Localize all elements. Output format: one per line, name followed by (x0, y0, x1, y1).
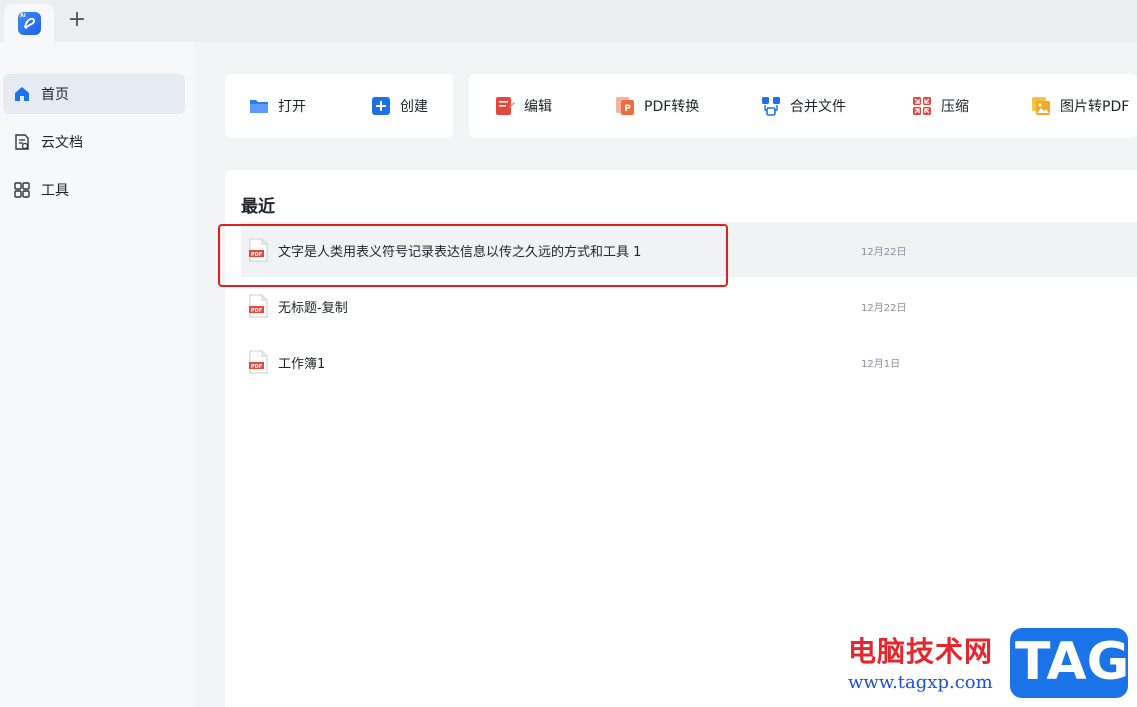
compress-icon (913, 97, 931, 115)
main-content: 打开 创建 编辑 P PDF转换 合并文件 压缩 图片转PDF 最近 PDF 文… (195, 42, 1137, 707)
folder-open-icon (250, 100, 268, 113)
tab-bar: AI + (0, 0, 1137, 42)
file-date: 12月22日 (861, 303, 907, 314)
tools-grid-icon (14, 182, 30, 198)
sidebar-item-label: 云文档 (41, 135, 83, 151)
home-icon (15, 87, 29, 101)
image-to-pdf-button[interactable]: 图片转PDF (1031, 74, 1129, 138)
file-name: 工作簿1 (278, 357, 326, 372)
open-label: 打开 (278, 99, 306, 115)
watermark-title: 电脑技术网 (848, 635, 994, 668)
sidebar-item-label: 首页 (41, 87, 69, 103)
image-to-pdf-label: 图片转PDF (1060, 99, 1130, 115)
merge-files-button[interactable]: 合并文件 (761, 74, 846, 138)
edit-label: 编辑 (524, 99, 552, 115)
app-tab[interactable]: AI (4, 4, 54, 42)
open-button[interactable]: 打开 (249, 74, 306, 138)
file-date: 12月22日 (861, 247, 907, 258)
edit-button[interactable]: 编辑 (495, 74, 552, 138)
edit-doc-icon (496, 97, 515, 115)
sidebar-item-home[interactable]: 首页 (3, 74, 185, 114)
pdf-file-icon: PDF (249, 294, 268, 318)
pdf-convert-label: PDF转换 (644, 99, 700, 115)
file-row[interactable]: PDF 无标题-复制 12月22日 (241, 278, 1137, 333)
app-logo-icon: AI (18, 12, 41, 35)
pdf-tools-card: 编辑 P PDF转换 合并文件 压缩 图片转PDF (469, 74, 1137, 138)
compress-button[interactable]: 压缩 (912, 74, 969, 138)
recent-title: 最近 (241, 197, 275, 217)
svg-text:PDF: PDF (251, 252, 262, 258)
sidebar: 首页 云文档 工具 (0, 42, 195, 707)
sidebar-item-tools[interactable]: 工具 (3, 170, 185, 210)
file-row[interactable]: PDF 工作簿1 12月1日 (241, 334, 1137, 389)
sidebar-item-cloud-docs[interactable]: 云文档 (3, 122, 185, 162)
file-name: 文字是人类用表义符号记录表达信息以传之久远的方式和工具 1 (278, 245, 642, 260)
file-actions-card: 打开 创建 (225, 74, 453, 138)
pdf-file-icon: PDF (249, 238, 268, 262)
pdf-convert-button[interactable]: P PDF转换 (615, 74, 699, 138)
pdf-file-icon: PDF (249, 350, 268, 374)
file-name: 无标题-复制 (278, 301, 348, 316)
create-label: 创建 (400, 99, 428, 115)
watermark-badge-text: TAG (1015, 632, 1130, 692)
new-tab-button[interactable]: + (66, 9, 88, 33)
compress-label: 压缩 (941, 99, 969, 115)
image-to-pdf-icon (1032, 97, 1050, 115)
plus-square-icon (372, 97, 390, 115)
cloud-doc-icon (15, 134, 29, 150)
sidebar-item-label: 工具 (41, 183, 69, 199)
file-date: 12月1日 (861, 359, 901, 370)
svg-text:PDF: PDF (251, 308, 262, 314)
svg-text:PDF: PDF (251, 364, 262, 370)
merge-label: 合并文件 (790, 99, 846, 115)
svg-text:P: P (624, 104, 631, 114)
merge-icon (762, 97, 780, 116)
recent-panel: 最近 PDF 文字是人类用表义符号记录表达信息以传之久远的方式和工具 1 12月… (225, 170, 1137, 707)
file-row[interactable]: PDF 文字是人类用表义符号记录表达信息以传之久远的方式和工具 1 12月22日 (241, 222, 1137, 277)
watermark-url: www.tagxp.com (848, 672, 993, 693)
pdf-convert-icon: P (616, 97, 634, 115)
create-button[interactable]: 创建 (371, 74, 428, 138)
